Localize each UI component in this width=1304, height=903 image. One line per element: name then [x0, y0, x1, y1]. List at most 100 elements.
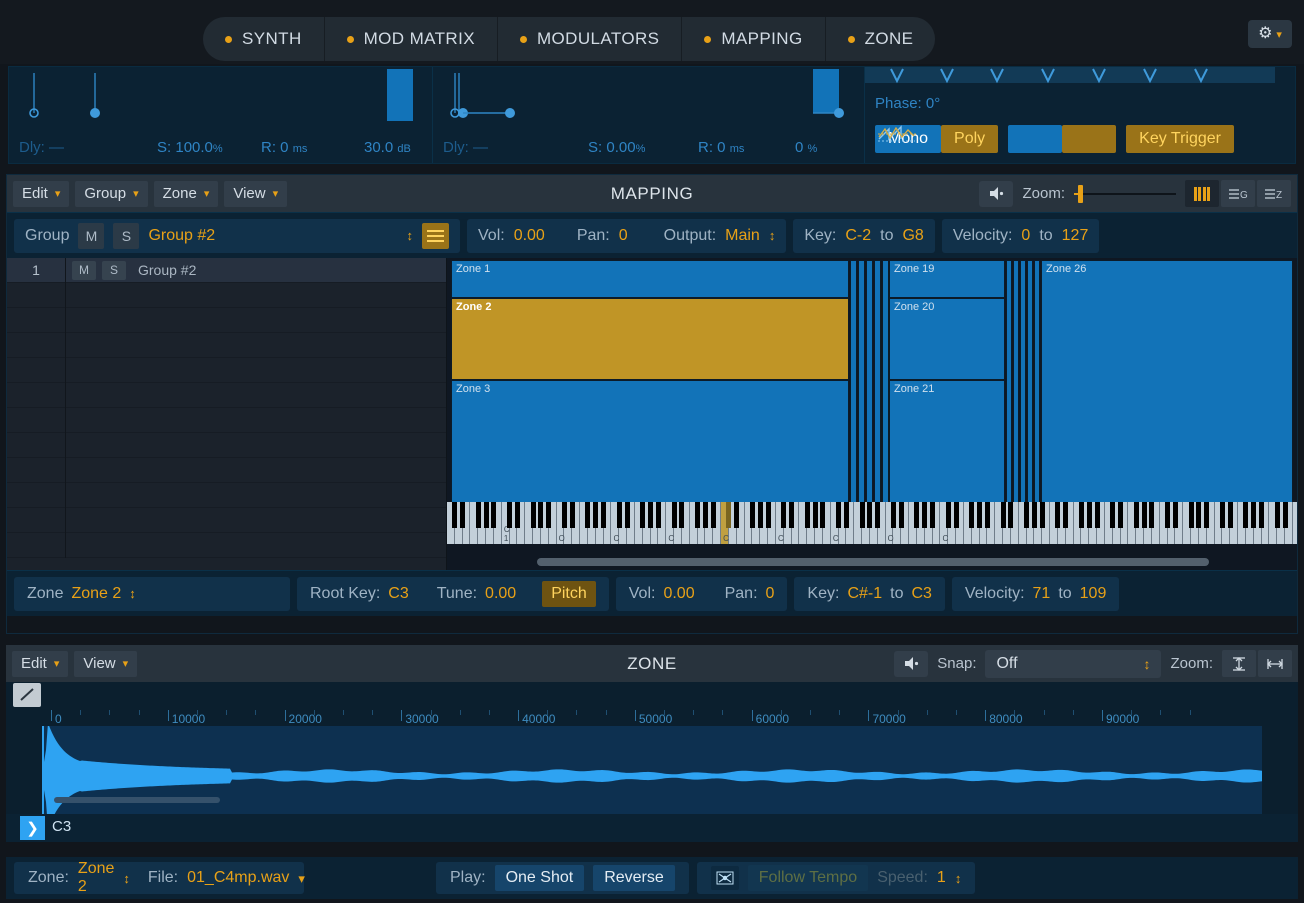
- zone-rect[interactable]: Zone 1: [451, 260, 849, 298]
- piano-key-black[interactable]: [977, 502, 982, 528]
- piano-key-black[interactable]: [1024, 502, 1029, 528]
- ramp-wave-icon[interactable]: [1008, 125, 1062, 153]
- poly-button[interactable]: Poly: [941, 125, 998, 153]
- piano-key-black[interactable]: [1228, 502, 1233, 528]
- piano-key-black[interactable]: [766, 502, 771, 528]
- table-row-empty[interactable]: [7, 308, 446, 333]
- table-row-empty[interactable]: [7, 508, 446, 533]
- table-row-empty[interactable]: [7, 533, 446, 558]
- play-mode-field[interactable]: Play: One Shot Reverse: [436, 862, 689, 894]
- table-row-empty[interactable]: [7, 358, 446, 383]
- tab-modulators[interactable]: MODULATORS: [498, 17, 682, 61]
- zone-rect-narrow[interactable]: [850, 260, 857, 525]
- piano-key-black[interactable]: [813, 502, 818, 528]
- group-key-range-field[interactable]: Key: C-2 to G8: [793, 219, 934, 253]
- piano-key-black[interactable]: [1032, 502, 1037, 528]
- speaker-icon[interactable]: [894, 651, 928, 677]
- piano-key-black[interactable]: [476, 502, 481, 528]
- table-row-empty[interactable]: [7, 408, 446, 433]
- piano-key-black[interactable]: [844, 502, 849, 528]
- waveform-display[interactable]: 0100002000030000400005000060000700008000…: [6, 682, 1298, 842]
- piano-key-black[interactable]: [1259, 502, 1264, 528]
- piano-key-black[interactable]: [758, 502, 763, 528]
- zone-stepper[interactable]: ↕: [129, 587, 136, 600]
- piano-key-black[interactable]: [1243, 502, 1248, 528]
- slider-knob[interactable]: [1078, 185, 1083, 203]
- zone-rect-narrow[interactable]: [1034, 260, 1040, 525]
- reverse-button[interactable]: Reverse: [593, 865, 675, 891]
- key-trigger-button[interactable]: Key Trigger: [1126, 125, 1234, 153]
- piano-key-black[interactable]: [1008, 502, 1013, 528]
- piano-key-black[interactable]: [507, 502, 512, 528]
- piano-key-black[interactable]: [570, 502, 575, 528]
- piano-key-black[interactable]: [460, 502, 465, 528]
- keyboard-view-button[interactable]: [1185, 180, 1219, 207]
- piano-key-black[interactable]: [1001, 502, 1006, 528]
- group-list[interactable]: 1 M S Group #2: [7, 258, 447, 570]
- piano-key-black[interactable]: [484, 502, 489, 528]
- random-wave-icon[interactable]: [1062, 125, 1116, 153]
- piano-key-black[interactable]: [860, 502, 865, 528]
- table-row-empty[interactable]: [7, 333, 446, 358]
- piano-key-black[interactable]: [1095, 502, 1100, 528]
- pencil-icon[interactable]: [13, 683, 41, 707]
- speaker-icon[interactable]: [979, 181, 1013, 207]
- zone-rect-narrow[interactable]: [858, 260, 865, 525]
- piano-key-black[interactable]: [750, 502, 755, 528]
- waveform-scrollbar[interactable]: [54, 797, 220, 803]
- zone-vol-pan-field[interactable]: Vol: 0.00 Pan: 0: [616, 577, 788, 611]
- piano-key-black[interactable]: [914, 502, 919, 528]
- scrollbar-thumb[interactable]: [537, 558, 1209, 566]
- piano-key-black[interactable]: [1079, 502, 1084, 528]
- piano-key-black[interactable]: [695, 502, 700, 528]
- table-row-empty[interactable]: [7, 283, 446, 308]
- zone-rect-narrow[interactable]: [1027, 260, 1033, 525]
- piano-key-black[interactable]: [656, 502, 661, 528]
- zone-mapping-grid[interactable]: Zone 1Zone 2Zone 3Zone 19Zone 20Zone 21Z…: [447, 258, 1297, 570]
- piano-key-black[interactable]: [1134, 502, 1139, 528]
- piano-key-black[interactable]: [617, 502, 622, 528]
- piano-key-black[interactable]: [625, 502, 630, 528]
- zone-rect-narrow[interactable]: [866, 260, 873, 525]
- mapping-menu-view[interactable]: View ▾: [224, 181, 287, 207]
- zone-rect[interactable]: Zone 2: [451, 298, 849, 380]
- piano-key-black[interactable]: [836, 502, 841, 528]
- piano-key-black[interactable]: [891, 502, 896, 528]
- speed-stepper[interactable]: ↕: [955, 872, 962, 885]
- piano-key-black[interactable]: [1063, 502, 1068, 528]
- tab-synth[interactable]: SYNTH: [203, 17, 325, 61]
- zone-rect-narrow[interactable]: [882, 260, 889, 525]
- chevron-right-icon[interactable]: ❯: [20, 816, 45, 840]
- piano-key-black[interactable]: [820, 502, 825, 528]
- mapping-zoom-slider[interactable]: [1074, 184, 1176, 204]
- piano-key-black[interactable]: [781, 502, 786, 528]
- piano-key-black[interactable]: [1118, 502, 1123, 528]
- piano-key-black[interactable]: [1275, 502, 1280, 528]
- piano-key-black[interactable]: [711, 502, 716, 528]
- piano-key-black[interactable]: [601, 502, 606, 528]
- piano-key-black[interactable]: [1149, 502, 1154, 528]
- crossfade-icon[interactable]: [711, 866, 739, 890]
- piano-key-black[interactable]: [930, 502, 935, 528]
- group-stepper[interactable]: ↕: [407, 229, 414, 242]
- piano-key-black[interactable]: [515, 502, 520, 528]
- piano-key-black[interactable]: [1283, 502, 1288, 528]
- piano-key-black[interactable]: [1165, 502, 1170, 528]
- piano-key-black[interactable]: [969, 502, 974, 528]
- piano-key-black[interactable]: [875, 502, 880, 528]
- zoom-horizontal-icon[interactable]: [1258, 650, 1292, 677]
- zone-key-range-field[interactable]: Key: C#-1 to C3: [794, 577, 945, 611]
- row-mute-button[interactable]: M: [72, 261, 96, 280]
- zone-rect-narrow[interactable]: [1020, 260, 1026, 525]
- zoom-vertical-icon[interactable]: [1222, 650, 1256, 677]
- snap-select[interactable]: Off ↕: [985, 650, 1161, 678]
- piano-key-black[interactable]: [805, 502, 810, 528]
- file-chevron-down-icon[interactable]: ▾: [298, 872, 305, 885]
- piano-key-black[interactable]: [491, 502, 496, 528]
- group-selector-field[interactable]: Group M S Group #2 ↕: [14, 219, 460, 253]
- piano-key-black[interactable]: [672, 502, 677, 528]
- piano-key-black[interactable]: [1220, 502, 1225, 528]
- piano-key-black[interactable]: [946, 502, 951, 528]
- mapping-menu-edit[interactable]: Edit ▾: [13, 181, 69, 207]
- zone-rect-narrow[interactable]: [1006, 260, 1012, 525]
